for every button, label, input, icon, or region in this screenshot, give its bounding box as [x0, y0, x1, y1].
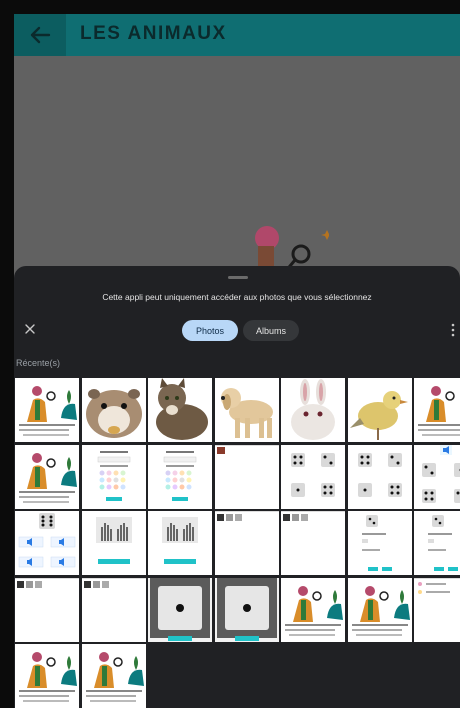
photo-image [81, 644, 146, 708]
photo-image [414, 378, 460, 442]
arrow-left-icon [30, 26, 51, 44]
photo-image [347, 577, 412, 642]
photo-thumbnail[interactable] [414, 444, 460, 509]
photo-image [214, 444, 279, 509]
photo-thumbnail[interactable] [214, 577, 279, 642]
photo-thumbnail[interactable] [148, 444, 212, 509]
photo-image [81, 577, 146, 642]
tab-albums[interactable]: Albums [243, 320, 299, 341]
photo-image [15, 644, 79, 708]
photo-image [281, 511, 345, 575]
section-label-recent: Récente(s) [16, 358, 61, 368]
photo-thumbnail[interactable] [347, 444, 412, 509]
photo-thumbnail[interactable] [15, 644, 79, 708]
photo-thumbnail[interactable] [281, 577, 345, 642]
photo-image [148, 511, 212, 575]
photo-thumbnail[interactable] [214, 378, 279, 442]
photo-thumbnail[interactable] [148, 511, 212, 575]
photo-image [214, 378, 279, 442]
photo-thumbnail[interactable] [347, 511, 412, 575]
photo-thumbnail[interactable] [81, 511, 146, 575]
photo-image [214, 577, 279, 642]
photo-thumbnail[interactable] [148, 378, 212, 442]
photo-thumbnail[interactable] [414, 511, 460, 575]
photo-image [81, 378, 146, 442]
photo-image [148, 444, 212, 509]
photo-thumbnail[interactable] [15, 511, 79, 575]
photo-image [414, 444, 460, 509]
photo-thumbnail[interactable] [214, 511, 279, 575]
photo-image [281, 378, 345, 442]
photo-image [414, 511, 460, 575]
photo-image [281, 577, 345, 642]
photo-image [214, 511, 279, 575]
photo-thumbnail[interactable] [148, 577, 212, 642]
photo-thumbnail[interactable] [347, 577, 412, 642]
photo-image [281, 444, 345, 509]
photo-thumbnail[interactable] [281, 444, 345, 509]
photo-thumbnail[interactable] [81, 577, 146, 642]
photo-thumbnail[interactable] [15, 378, 79, 442]
page-title: LES ANIMAUX [80, 23, 227, 44]
close-icon[interactable] [23, 322, 37, 336]
photo-image [347, 378, 412, 442]
photo-thumbnail[interactable] [81, 644, 146, 708]
photo-thumbnail[interactable] [347, 378, 412, 442]
photo-image [15, 444, 79, 509]
photo-thumbnail[interactable] [281, 511, 345, 575]
photo-image [15, 577, 79, 642]
photo-image [15, 511, 79, 575]
photo-thumbnail[interactable] [414, 378, 460, 442]
photo-image [347, 511, 412, 575]
photo-image [81, 511, 146, 575]
dimmed-background [14, 56, 460, 314]
photo-image [15, 378, 79, 442]
photo-thumbnail[interactable] [81, 444, 146, 509]
back-button[interactable] [14, 14, 66, 56]
photo-image [148, 577, 212, 642]
drag-handle[interactable] [228, 276, 248, 279]
photo-thumbnail[interactable] [214, 444, 279, 509]
photo-image [81, 444, 146, 509]
permission-notice: Cette appli peut uniquement accéder aux … [102, 292, 372, 302]
photo-image [347, 444, 412, 509]
photo-thumbnail[interactable] [281, 378, 345, 442]
photo-image [414, 577, 460, 642]
app-bar: LES ANIMAUX [14, 14, 460, 56]
more-vertical-icon[interactable] [451, 322, 455, 338]
app-window: LES ANIMAUX Cette appli peut uniquement … [14, 14, 460, 708]
photo-picker-sheet: Cette appli peut uniquement accéder aux … [14, 266, 460, 708]
photo-image [148, 378, 212, 442]
photo-thumbnail[interactable] [414, 577, 460, 642]
photo-thumbnail[interactable] [15, 444, 79, 509]
photo-thumbnail[interactable] [81, 378, 146, 442]
photo-thumbnail[interactable] [15, 577, 79, 642]
tab-photos[interactable]: Photos [182, 320, 238, 341]
